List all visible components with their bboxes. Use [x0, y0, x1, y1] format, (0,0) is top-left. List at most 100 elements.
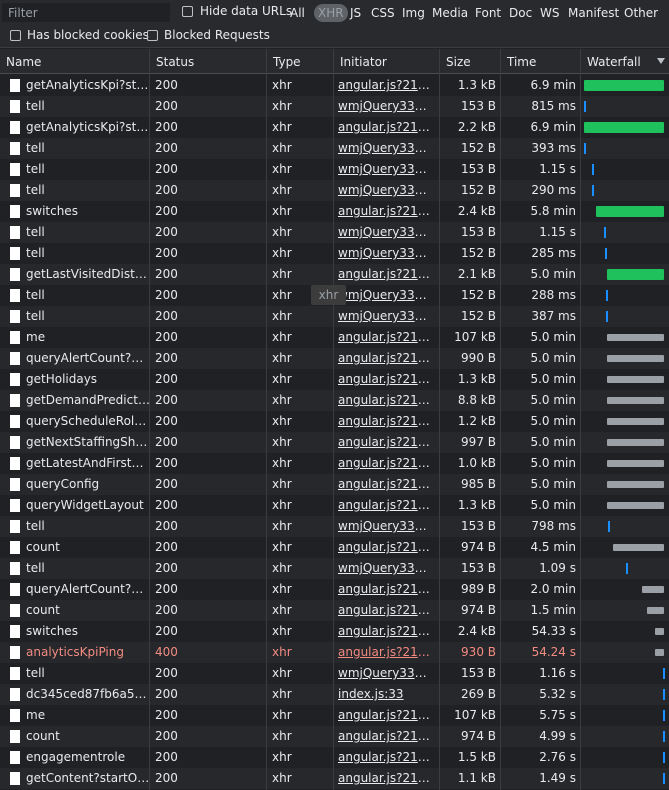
request-row[interactable]: getAnalyticsKpi?start... 200 xhr angular.js…: [0, 117, 669, 138]
request-row[interactable]: me 200 xhr angular.js?21b1:... 107 kB 5.75 s: [0, 705, 669, 726]
request-row[interactable]: getNextStaffingShift... 200 xhr angular.js?…: [0, 432, 669, 453]
request-initiator-link[interactable]: angular.js?21b1:...: [338, 621, 434, 642]
filter-type-xhr[interactable]: XHR: [314, 4, 348, 22]
request-initiator-link[interactable]: angular.js?21b1:...: [338, 474, 434, 495]
column-header-size[interactable]: Size: [439, 49, 500, 73]
request-initiator-link[interactable]: wmjQuery3315.j...: [338, 159, 434, 180]
has-blocked-cookies-checkbox[interactable]: [10, 30, 21, 41]
request-initiator-link[interactable]: angular.js?21b1:...: [338, 747, 434, 768]
request-row[interactable]: queryScheduleRole... 200 xhr angular.js?21b…: [0, 411, 669, 432]
document-icon: [10, 331, 20, 344]
request-row[interactable]: tell 200 xhr wmjQuery3315.j... 152 B 387 ms: [0, 306, 669, 327]
filter-input[interactable]: [2, 3, 170, 22]
request-row[interactable]: getHolidays 200 xhr angular.js?21b1:... 1.3 …: [0, 369, 669, 390]
request-row[interactable]: tell 200 xhr wmjQuery3315.j... 153 B 1.16 s: [0, 663, 669, 684]
column-header-initiator[interactable]: Initiator: [333, 49, 439, 73]
request-row[interactable]: getLastVisitedDistricts 200 xhr angular.js?…: [0, 264, 669, 285]
request-row[interactable]: tell 200 xhr wmjQuery3315.j... 153 B 1.15 s: [0, 159, 669, 180]
request-initiator-link[interactable]: angular.js?21b1:...: [338, 579, 434, 600]
request-initiator-link[interactable]: angular.js?21b1:...: [338, 390, 434, 411]
request-initiator-link[interactable]: angular.js?21b1:...: [338, 117, 434, 138]
request-row[interactable]: switches 200 xhr angular.js?21b1:... 2.4 kB 5…: [0, 621, 669, 642]
filter-type-js[interactable]: JS: [348, 4, 363, 22]
request-row[interactable]: tell 200 xhr wmjQuery3315.j... 152 B 285 ms: [0, 243, 669, 264]
request-initiator-link[interactable]: angular.js?21b1:...: [338, 264, 434, 285]
request-initiator-link[interactable]: angular.js?21b1:...: [338, 726, 434, 747]
request-row[interactable]: dc345ced87fb6a533... 200 xhr index.js:33 269…: [0, 684, 669, 705]
request-initiator-link[interactable]: angular.js?21b1:...: [338, 495, 434, 516]
request-initiator-link[interactable]: angular.js?21b1:...: [338, 453, 434, 474]
filter-type-media[interactable]: Media: [430, 4, 470, 22]
request-row[interactable]: tell 200 xhr wmjQuery3315.j... 153 B 815 ms: [0, 96, 669, 117]
request-initiator-link[interactable]: wmjQuery3315.j...: [338, 138, 434, 159]
request-row[interactable]: queryWidgetLayout 200 xhr angular.js?21b1:.…: [0, 495, 669, 516]
request-size: 974 B: [461, 603, 496, 617]
request-initiator-link[interactable]: wmjQuery3315.j...: [338, 516, 434, 537]
request-row[interactable]: tell 200 xhr wmjQuery3315.j... 153 B 1.15 s: [0, 222, 669, 243]
request-row[interactable]: tell 200 xhr wmjQuery3315.j... 153 B 798 ms: [0, 516, 669, 537]
column-header-status[interactable]: Status: [149, 49, 266, 73]
request-row[interactable]: me 200 xhr angular.js?21b1:... 107 kB 5.0 min: [0, 327, 669, 348]
request-status: 200: [155, 225, 178, 239]
request-row[interactable]: queryConfig 200 xhr angular.js?21b1:... 985 …: [0, 474, 669, 495]
request-row[interactable]: analyticsKpiPing 400 xhr angular.js?21b1:..…: [0, 642, 669, 663]
request-initiator-link[interactable]: wmjQuery3315.j...: [338, 285, 434, 306]
request-row[interactable]: getLatestAndFirstSch... 200 xhr angular.js?…: [0, 453, 669, 474]
request-initiator-link[interactable]: wmjQuery3315.j...: [338, 243, 434, 264]
column-header-name[interactable]: Name: [0, 49, 149, 73]
filter-type-img[interactable]: Img: [400, 4, 427, 22]
filter-type-manifest[interactable]: Manifest: [566, 4, 621, 22]
request-row[interactable]: engagementrole 200 xhr angular.js?21b1:... 1…: [0, 747, 669, 768]
request-row[interactable]: getDemandPredictio... 200 xhr angular.js?21…: [0, 390, 669, 411]
request-time: 5.0 min: [530, 498, 576, 512]
request-row[interactable]: switches 200 xhr angular.js?21b1:... 2.4 kB 5…: [0, 201, 669, 222]
request-size: 2.4 kB: [457, 624, 496, 638]
column-header-time[interactable]: Time: [500, 49, 580, 73]
request-initiator-link[interactable]: angular.js?21b1:...: [338, 432, 434, 453]
request-initiator-link[interactable]: angular.js?21b1:...: [338, 768, 434, 789]
filter-type-doc[interactable]: Doc: [507, 4, 534, 22]
request-initiator-link[interactable]: angular.js?21b1:...: [338, 348, 434, 369]
request-initiator-link[interactable]: angular.js?21b1:...: [338, 75, 434, 96]
filter-type-css[interactable]: CSS: [369, 4, 397, 22]
request-initiator-link[interactable]: index.js:33: [338, 684, 434, 705]
request-initiator-link[interactable]: wmjQuery3315.j...: [338, 222, 434, 243]
request-row[interactable]: tell 200 xhr wmjQuery3315.j... 152 B 393 ms: [0, 138, 669, 159]
document-icon: [10, 772, 20, 785]
request-type: xhr: [272, 687, 292, 701]
request-size: 152 B: [461, 288, 496, 302]
request-row[interactable]: count 200 xhr angular.js?21b1:... 974 B 4.5 m…: [0, 537, 669, 558]
request-initiator-link[interactable]: angular.js?21b1:...: [338, 642, 434, 663]
hide-data-urls-checkbox[interactable]: [182, 6, 193, 17]
request-initiator-link[interactable]: angular.js?21b1:...: [338, 201, 434, 222]
request-row[interactable]: count 200 xhr angular.js?21b1:... 974 B 1.5 m…: [0, 600, 669, 621]
request-initiator-link[interactable]: angular.js?21b1:...: [338, 537, 434, 558]
request-row[interactable]: queryAlertCount?ent... 200 xhr angular.js?2…: [0, 579, 669, 600]
request-initiator-link[interactable]: wmjQuery3315.j...: [338, 180, 434, 201]
request-status: 200: [155, 687, 178, 701]
request-initiator-link[interactable]: angular.js?21b1:...: [338, 600, 434, 621]
request-row[interactable]: tell 200 xhr wmjQuery3315.j... 152 B 290 ms: [0, 180, 669, 201]
request-row[interactable]: count 200 xhr angular.js?21b1:... 974 B 4.99 …: [0, 726, 669, 747]
request-initiator-link[interactable]: angular.js?21b1:...: [338, 705, 434, 726]
request-row[interactable]: queryAlertCount?ent... 200 xhr angular.js?2…: [0, 348, 669, 369]
request-status: 200: [155, 771, 178, 785]
filter-type-ws[interactable]: WS: [538, 4, 561, 22]
request-type: xhr: [272, 183, 292, 197]
request-initiator-link[interactable]: wmjQuery3315.j...: [338, 306, 434, 327]
column-header-waterfall[interactable]: Waterfall: [580, 49, 669, 73]
request-initiator-link[interactable]: angular.js?21b1:...: [338, 369, 434, 390]
filter-type-other[interactable]: Other: [622, 4, 660, 22]
request-row[interactable]: getAnalyticsKpi?start... 200 xhr angular.js…: [0, 75, 669, 96]
request-initiator-link[interactable]: wmjQuery3315.j...: [338, 558, 434, 579]
request-initiator-link[interactable]: angular.js?21b1:...: [338, 327, 434, 348]
request-initiator-link[interactable]: wmjQuery3315.j...: [338, 663, 434, 684]
filter-type-font[interactable]: Font: [473, 4, 503, 22]
column-header-type[interactable]: Type: [266, 49, 333, 73]
request-initiator-link[interactable]: angular.js?21b1:...: [338, 411, 434, 432]
request-row[interactable]: tell 200 xhr wmjQuery3315.j... 153 B 1.09 s: [0, 558, 669, 579]
filter-type-all[interactable]: All: [288, 4, 307, 22]
request-row[interactable]: getContent?startOf... 200 xhr angular.js?21…: [0, 768, 669, 789]
blocked-requests-checkbox[interactable]: [147, 30, 158, 41]
request-initiator-link[interactable]: wmjQuery3315.j...: [338, 96, 434, 117]
